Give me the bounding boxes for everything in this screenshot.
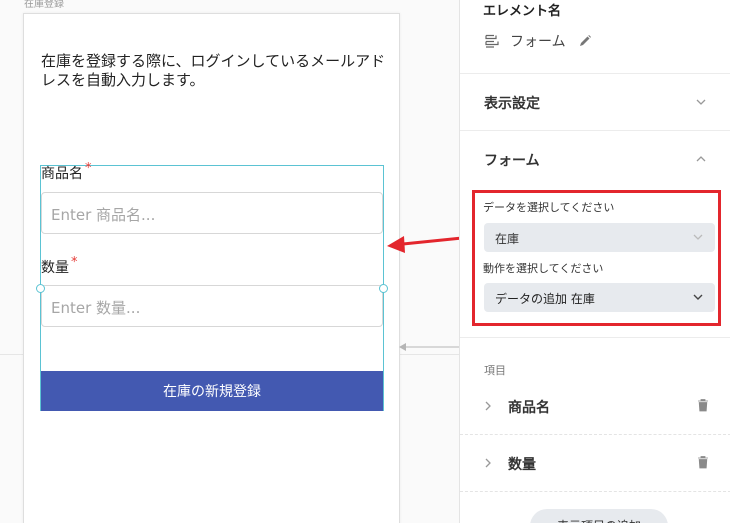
resize-handle-left[interactable] (36, 284, 45, 293)
element-name-title: エレメント名 (483, 4, 562, 19)
required-mark: * (85, 161, 92, 176)
section-separator (460, 130, 730, 131)
quantity-placeholder: Enter 数量... (51, 299, 141, 317)
canvas-divider-left (0, 354, 24, 355)
item-name: 数量 (508, 457, 536, 473)
item-separator (460, 491, 730, 492)
description-text[interactable]: 在庫を登録する際に、ログインしているメールアドレスを自動入力します。 (41, 52, 386, 90)
chevron-up-icon[interactable] (696, 154, 706, 164)
element-name-row: フォーム (484, 31, 592, 51)
resize-handle-right[interactable] (379, 284, 388, 293)
chevron-right-icon[interactable] (484, 401, 492, 411)
add-display-item-button[interactable]: 表示項目の追加 (530, 509, 668, 523)
list-item[interactable]: 商品名 (460, 382, 730, 432)
properties-panel: エレメント名 フォーム 表示設定 フォーム データを選択してください 在庫 動作… (459, 0, 730, 523)
product-name-placeholder: Enter 商品名... (51, 206, 156, 224)
trash-icon[interactable] (697, 398, 709, 412)
required-mark: * (71, 255, 78, 270)
section-separator (460, 337, 730, 338)
form-icon (485, 34, 499, 48)
quantity-input[interactable]: Enter 数量... (41, 285, 383, 327)
page-preview: 在庫を登録する際に、ログインしているメールアドレスを自動入力します。 商品名 * … (23, 13, 400, 523)
edit-pencil-icon[interactable] (578, 34, 592, 48)
form-element[interactable]: 商品名 * Enter 商品名... 数量 * Enter 数量... 在庫の新規登… (36, 161, 388, 411)
trash-icon[interactable] (697, 455, 709, 469)
chevron-right-icon[interactable] (484, 458, 492, 468)
form-section-title[interactable]: フォーム (484, 150, 540, 170)
element-name: フォーム (510, 34, 566, 50)
items-label: 項目 (484, 364, 506, 377)
canvas-divider-right (399, 354, 459, 355)
item-name: 商品名 (508, 400, 550, 416)
page-label: 在庫登録 (24, 0, 64, 10)
section-separator (460, 73, 730, 74)
highlight-box (472, 190, 721, 326)
chevron-down-icon[interactable] (696, 97, 706, 107)
submit-button[interactable]: 在庫の新規登録 (41, 371, 383, 411)
display-settings-title[interactable]: 表示設定 (484, 93, 540, 113)
field-label-product: 商品名 * (41, 161, 92, 182)
editor-canvas: 在庫登録 在庫を登録する際に、ログインしているメールアドレスを自動入力します。 … (0, 0, 459, 523)
field-label-quantity: 数量 * (41, 255, 78, 276)
list-item[interactable]: 数量 (460, 439, 730, 489)
product-name-input[interactable]: Enter 商品名... (41, 192, 383, 234)
item-separator (460, 434, 730, 435)
